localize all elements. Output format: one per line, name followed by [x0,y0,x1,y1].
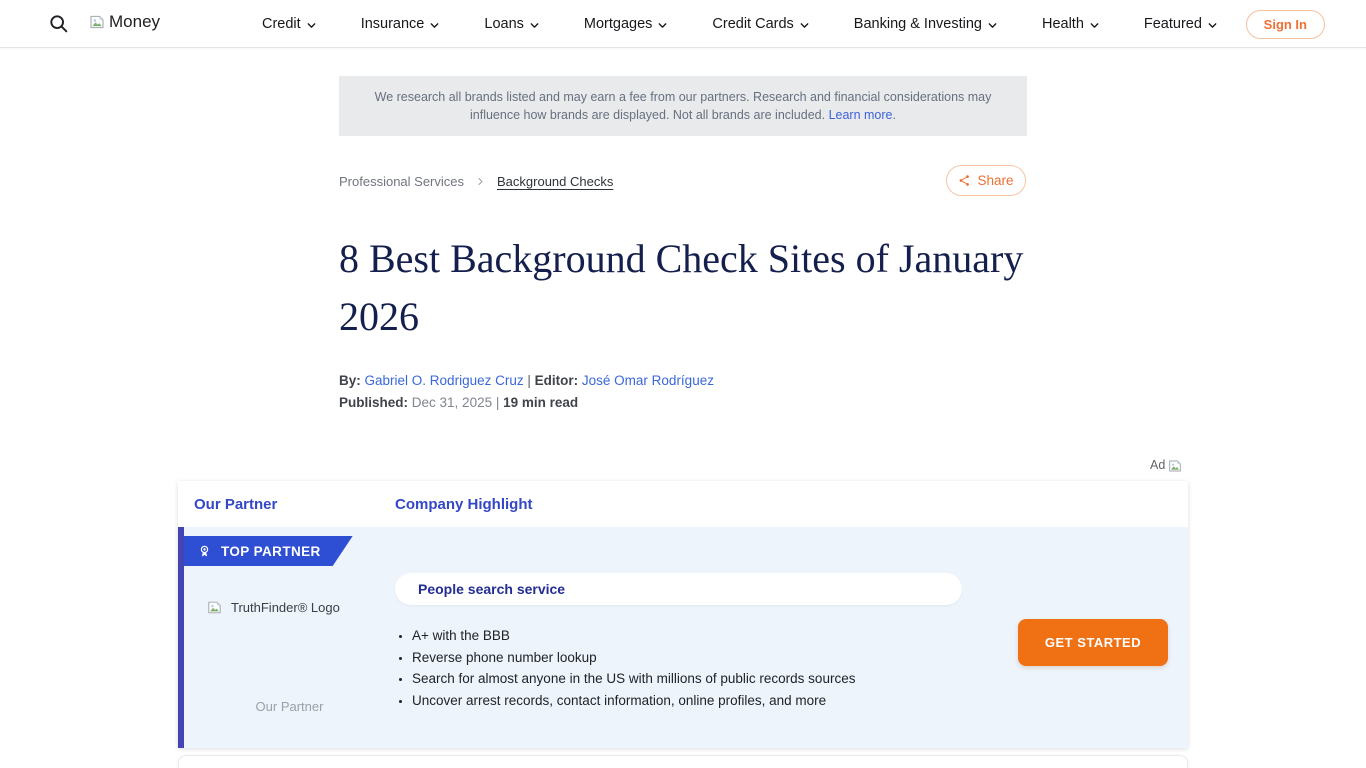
company-highlight-column-header: Company Highlight [395,496,533,513]
read-time: 19 min read [503,395,578,410]
truthfinder-logo[interactable]: TruthFinder® Logo [206,599,340,616]
by-label: By: [339,373,361,388]
editor-link[interactable]: José Omar Rodríguez [582,373,714,388]
medal-icon [197,544,212,559]
chevron-down-icon [429,20,440,31]
top-nav-bar: Money Credit Insurance Loans Mortgages C… [0,0,1366,48]
main-nav: Credit Insurance Loans Mortgages Credit … [262,0,1311,48]
list-item: A+ with the BBB [412,625,855,647]
nav-item-insurance[interactable]: Insurance [361,16,441,32]
page-title: 8 Best Background Check Sites of January… [339,230,1039,346]
breadcrumb: Professional Services Background Checks [339,174,613,189]
our-partner-caption: Our Partner [184,699,395,714]
top-partner-badge: TOP PARTNER [184,536,353,566]
broken-image-icon [88,13,106,31]
published-line: Published: Dec 31, 2025 | 19 min read [339,395,578,410]
page: Money Credit Insurance Loans Mortgages C… [0,0,1366,768]
get-started-button[interactable]: GET STARTED [1018,619,1168,666]
nav-item-credit-cards[interactable]: Credit Cards [712,16,809,32]
partner-card-header: Our Partner Company Highlight [178,481,1188,527]
byline: By: Gabriel O. Rodriguez Cruz | Editor: … [339,373,714,388]
chevron-down-icon [529,20,540,31]
ad-label: Ad [1150,458,1183,474]
chevron-down-icon [306,20,317,31]
broken-image-icon [206,599,223,616]
breadcrumb-parent-link[interactable]: Professional Services [339,174,464,189]
partner-card-body: TOP PARTNER TruthFinder® Logo Our Partne… [178,527,1188,748]
author-link[interactable]: Gabriel O. Rodriguez Cruz [365,373,524,388]
broken-image-icon [1167,458,1183,474]
company-highlight-pill: People search service [395,573,962,605]
share-button[interactable]: Share [946,165,1026,196]
chevron-down-icon [799,20,810,31]
published-label: Published: [339,395,408,410]
logo-alt-text: Money [109,12,160,32]
our-partner-column-header: Our Partner [178,496,395,513]
nav-item-banking-investing[interactable]: Banking & Investing [854,16,998,32]
chevron-down-icon [1207,20,1218,31]
nav-item-mortgages[interactable]: Mortgages [584,16,669,32]
next-provider-card [178,755,1188,768]
published-date: Dec 31, 2025 [412,395,492,410]
list-item: Uncover arrest records, contact informat… [412,690,855,712]
sign-in-button[interactable]: Sign In [1246,10,1325,39]
breadcrumb-current-link[interactable]: Background Checks [497,174,613,189]
list-item: Reverse phone number lookup [412,647,855,669]
nav-item-health[interactable]: Health [1042,16,1100,32]
top-partner-card: Our Partner Company Highlight TOP PARTNE… [178,481,1188,748]
chevron-down-icon [987,20,998,31]
search-icon[interactable] [48,13,70,35]
nav-item-credit[interactable]: Credit [262,16,317,32]
logo-alt-text: TruthFinder® Logo [231,600,340,615]
chevron-down-icon [657,20,668,31]
disclosure-text: We research all brands listed and may ea… [375,90,992,122]
advertiser-disclosure: We research all brands listed and may ea… [339,76,1027,136]
money-logo[interactable]: Money [88,12,160,32]
highlight-bullet-list: A+ with the BBB Reverse phone number loo… [412,625,855,711]
nav-item-loans[interactable]: Loans [484,16,540,32]
nav-item-featured[interactable]: Featured [1144,16,1218,32]
chevron-down-icon [1089,20,1100,31]
editor-label: Editor: [535,373,579,388]
share-icon [958,174,971,187]
chevron-right-icon [476,177,485,186]
list-item: Search for almost anyone in the US with … [412,668,855,690]
learn-more-link[interactable]: Learn more [829,108,893,122]
